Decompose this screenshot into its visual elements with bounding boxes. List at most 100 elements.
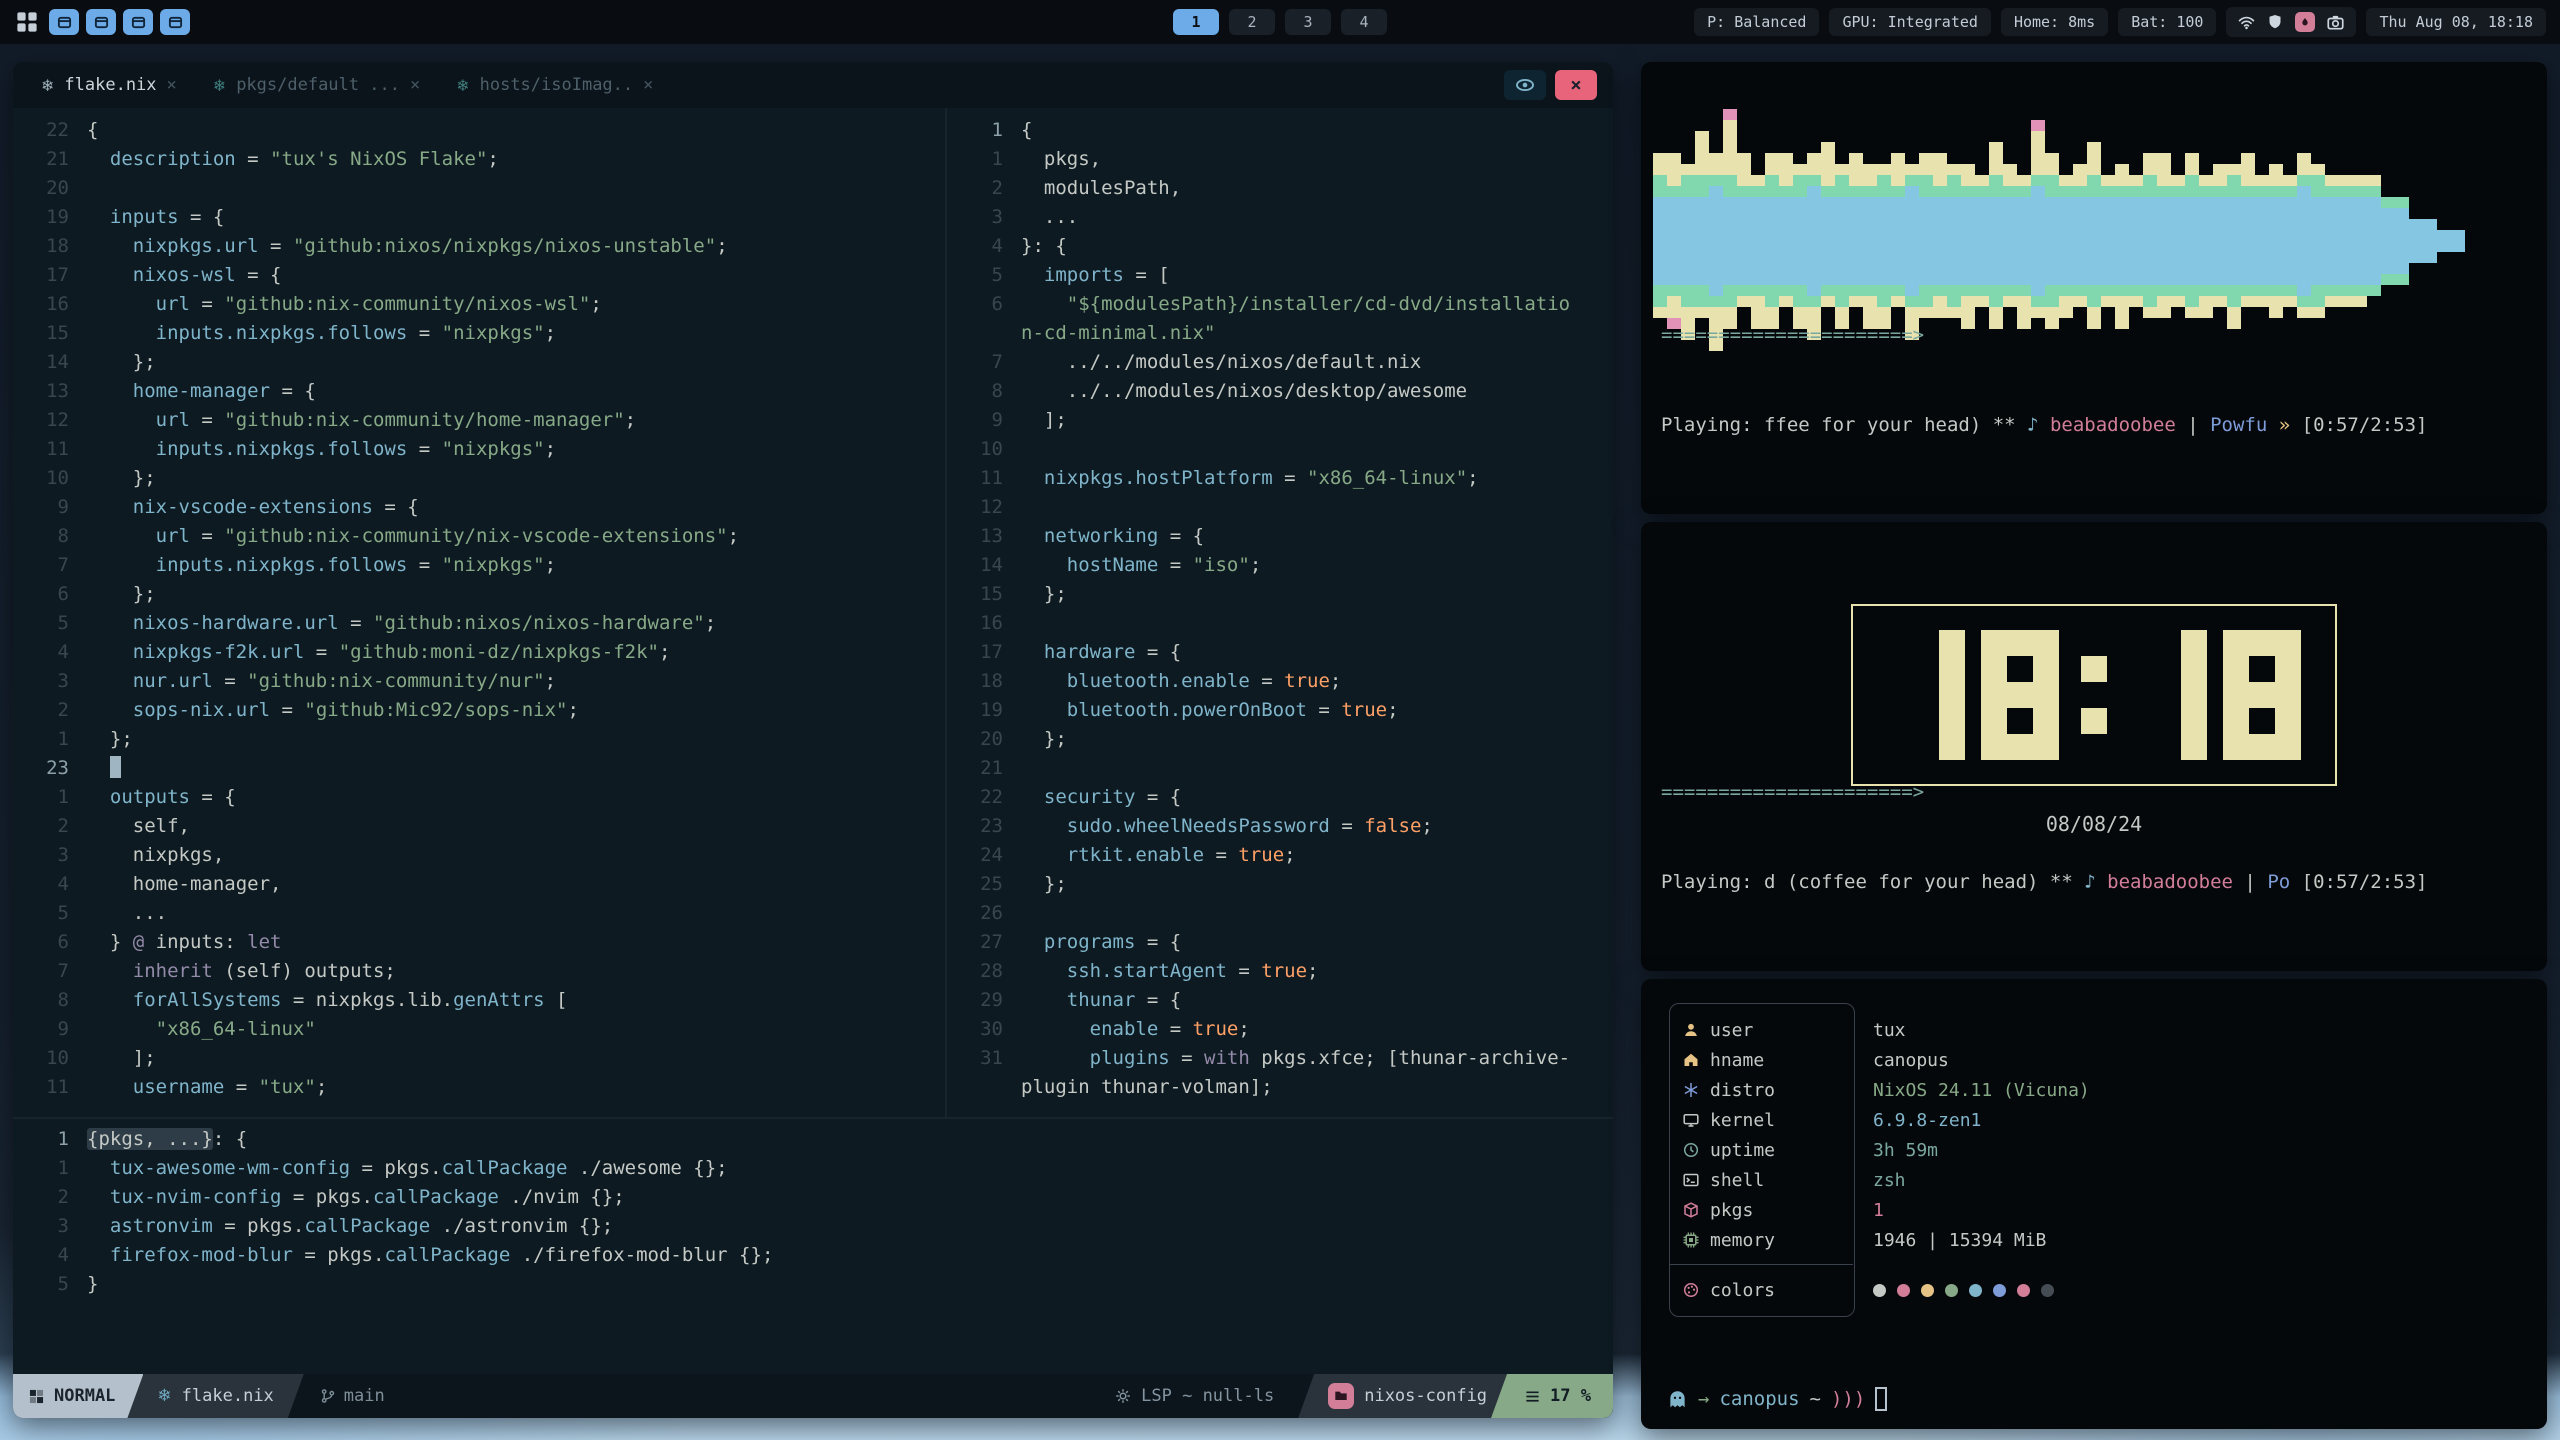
fetch-row-colors: colors [1669, 1275, 2527, 1305]
line-number: 7 [13, 957, 87, 986]
tab-close-icon[interactable]: × [410, 75, 420, 95]
code-line: 3 nur.url = "github:nix-community/nur"; [13, 667, 943, 696]
workspace-button-2[interactable] [86, 9, 116, 35]
color-swatch [1873, 1284, 1886, 1297]
line-number: 29 [947, 986, 1021, 1015]
fetch-label: uptime [1710, 1140, 1775, 1161]
line-number: 10 [947, 435, 1021, 464]
line-number: 23 [13, 754, 87, 783]
line-number: 13 [947, 522, 1021, 551]
code-line: 15 }; [947, 580, 1613, 609]
user-icon [1683, 1022, 1699, 1038]
code-line: 21 [947, 754, 1613, 783]
code-line: 16 [947, 609, 1613, 638]
pane-pkgs-default[interactable]: 1{pkgs, ...}: {1 tux-awesome-wm-config =… [13, 1117, 1613, 1374]
code-line: 4}: { [947, 232, 1613, 261]
desktop-tab-4[interactable]: 4 [1341, 9, 1387, 35]
code-line: 27 programs = { [947, 928, 1613, 957]
workspace-button-3[interactable] [123, 9, 153, 35]
code-line: 6 "${modulesPath}/installer/cd-dvd/insta… [947, 290, 1613, 319]
tab-label: pkgs/default ... [236, 75, 400, 95]
color-swatch [1969, 1284, 1982, 1297]
shield-icon[interactable] [2267, 14, 2283, 30]
code-line: 7 inherit (self) outputs; [13, 957, 943, 986]
editor-cursor [110, 756, 121, 778]
wifi-icon[interactable] [2238, 14, 2255, 31]
close-button[interactable]: × [1555, 70, 1597, 100]
code-line: 22{ [13, 116, 943, 145]
line-number: 22 [13, 116, 87, 145]
code-line: 15 inputs.nixpkgs.follows = "nixpkgs"; [13, 319, 943, 348]
line-number: 11 [13, 1073, 87, 1102]
color-picker-icon[interactable] [2295, 12, 2315, 32]
now-playing-line: Playing: d (coffee for your head) ** ♪ b… [1661, 867, 2527, 897]
line-number: 1 [947, 116, 1021, 145]
nix-file-icon: ❄ [41, 76, 54, 95]
line-number: 31 [947, 1044, 1021, 1073]
progress-separator: ======================> [1661, 777, 2527, 807]
editor-tab-hosts-isoImag-[interactable]: ❄hosts/isoImag..× [438, 62, 671, 108]
workspace-button-4[interactable] [160, 9, 190, 35]
line-number: 16 [13, 290, 87, 319]
code-line: 2 modulesPath, [947, 174, 1613, 203]
tab-close-icon[interactable]: × [167, 75, 177, 95]
code-line: 10 ]; [13, 1044, 943, 1073]
desktop-tab-3[interactable]: 3 [1285, 9, 1331, 35]
editor-tab-flake-nix[interactable]: ❄ flake.nix × [23, 62, 195, 108]
project-segment[interactable]: nixos-config [1298, 1374, 1507, 1418]
status-chips: P: BalancedGPU: IntegratedHome: 8msBat: … [1694, 8, 2216, 36]
fetch-label: distro [1710, 1080, 1775, 1101]
code-line: 12 [947, 493, 1613, 522]
lsp-label: LSP ~ null-ls [1141, 1386, 1274, 1406]
fetch-row-distro: distroNixOS 24.11 (Vicuna) [1669, 1075, 2527, 1105]
code-line: 20 }; [947, 725, 1613, 754]
launcher-icon[interactable] [14, 9, 40, 35]
code-line: 9 ]; [947, 406, 1613, 435]
line-number: 22 [947, 783, 1021, 812]
workspace-button-1[interactable] [49, 9, 79, 35]
code-line: 1 outputs = { [13, 783, 943, 812]
tab-label: flake.nix [64, 75, 156, 95]
code-line: 13 home-manager = { [13, 377, 943, 406]
line-number: 3 [13, 1212, 87, 1241]
line-number: 2 [13, 696, 87, 725]
nix-file-icon: ❄ [213, 76, 226, 95]
code-line: 3 nixpkgs, [13, 841, 943, 870]
fetch-label: user [1710, 1020, 1753, 1041]
fetch-divider [1669, 1255, 2527, 1275]
fetch-value: canopus [1873, 1050, 1949, 1071]
code-line: 1{pkgs, ...}: { [13, 1125, 1613, 1154]
top-bar: 1234 P: BalancedGPU: IntegratedHome: 8ms… [0, 0, 2560, 44]
line-number: 12 [13, 406, 87, 435]
scroll-percent-segment: 17 % [1491, 1374, 1613, 1418]
status-chip-2: Home: 8ms [2001, 8, 2108, 36]
git-branch[interactable]: main [320, 1386, 385, 1406]
fetch-label: hname [1710, 1050, 1764, 1071]
desktop-tab-1[interactable]: 1 [1173, 9, 1219, 35]
pane-iso-image[interactable]: 1{1 pkgs,2 modulesPath,3 ...4}: {5 impor… [945, 108, 1613, 1117]
fetch-row-memory: memory1946 | 15394 MiB [1669, 1225, 2527, 1255]
toggle-view-button[interactable] [1504, 70, 1546, 100]
line-number: 3 [13, 841, 87, 870]
line-number: 11 [13, 435, 87, 464]
editor-content: 22{21 description = "tux's NixOS Flake";… [13, 108, 1613, 1374]
editor-tab-pkgs-default-[interactable]: ❄ pkgs/default ... × [195, 62, 438, 108]
line-number: 3 [13, 667, 87, 696]
fetch-row-kernel: kernel6.9.8-zen1 [1669, 1105, 2527, 1135]
tab-close-icon[interactable]: × [643, 75, 653, 95]
editor-tabbar: ❄flake.nix×❄pkgs/default ...×❄hosts/isoI… [13, 62, 1613, 108]
screenshot-icon[interactable] [2327, 14, 2344, 31]
shell-prompt[interactable]: →canopus~))) [1667, 1387, 1887, 1411]
desktop-tab-2[interactable]: 2 [1229, 9, 1275, 35]
code-line: 19 inputs = { [13, 203, 943, 232]
code-line: 18 bluetooth.enable = true; [947, 667, 1613, 696]
line-number: 19 [947, 696, 1021, 725]
system-fetch: usertuxhnamecanopusdistroNixOS 24.11 (Vi… [1669, 1015, 2527, 1305]
line-number: 4 [13, 1241, 87, 1270]
line-number: 8 [947, 377, 1021, 406]
line-number: 2 [13, 812, 87, 841]
now-playing-line: Playing: ffee for your head) ** ♪ beabad… [1661, 410, 2527, 440]
line-number: 6 [13, 928, 87, 957]
pane-flake-nix[interactable]: 22{21 description = "tux's NixOS Flake";… [13, 108, 943, 1117]
line-number: 4 [947, 232, 1021, 261]
